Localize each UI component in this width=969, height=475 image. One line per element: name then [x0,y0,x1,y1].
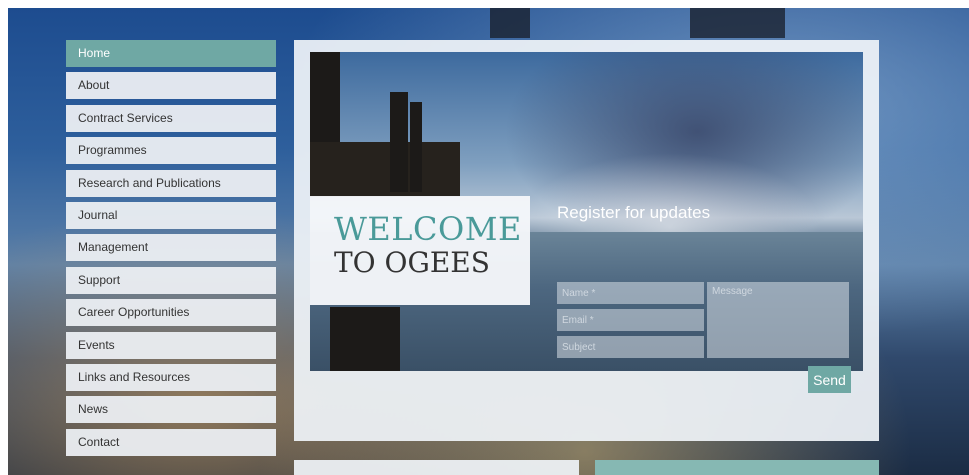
bottom-panel-right [595,460,879,475]
subject-field[interactable] [557,336,704,358]
rig-structure [390,92,408,192]
rig-structure [330,307,400,371]
nav-item-research-publications[interactable]: Research and Publications [66,169,276,197]
nav-item-events[interactable]: Events [66,331,276,359]
email-field[interactable] [557,309,704,331]
register-title: Register for updates [557,203,711,222]
welcome-heading: WELCOME [334,210,522,248]
name-field[interactable] [557,282,704,304]
welcome-subheading: TO OGEES [334,246,490,279]
nav-item-support[interactable]: Support [66,266,276,294]
nav-item-links-resources[interactable]: Links and Resources [66,363,276,391]
rig-structure [310,142,460,197]
nav-item-home[interactable]: Home [66,40,276,67]
send-button[interactable]: Send [808,366,851,393]
nav-item-contract-services[interactable]: Contract Services [66,104,276,132]
nav-item-management[interactable]: Management [66,234,276,262]
nav-item-about[interactable]: About [66,72,276,100]
nav-item-career-opportunities[interactable]: Career Opportunities [66,299,276,327]
main-nav: Home About Contract Services Programmes … [66,40,276,461]
rig-silhouette [690,8,785,38]
nav-item-programmes[interactable]: Programmes [66,137,276,165]
rig-silhouette [490,8,530,38]
nav-item-journal[interactable]: Journal [66,201,276,229]
message-field[interactable] [707,282,849,358]
rig-structure [410,102,422,192]
bottom-panel-left [294,460,579,475]
nav-item-news[interactable]: News [66,396,276,424]
welcome-box: WELCOME TO OGEES [310,196,530,305]
nav-item-contact[interactable]: Contact [66,428,276,456]
